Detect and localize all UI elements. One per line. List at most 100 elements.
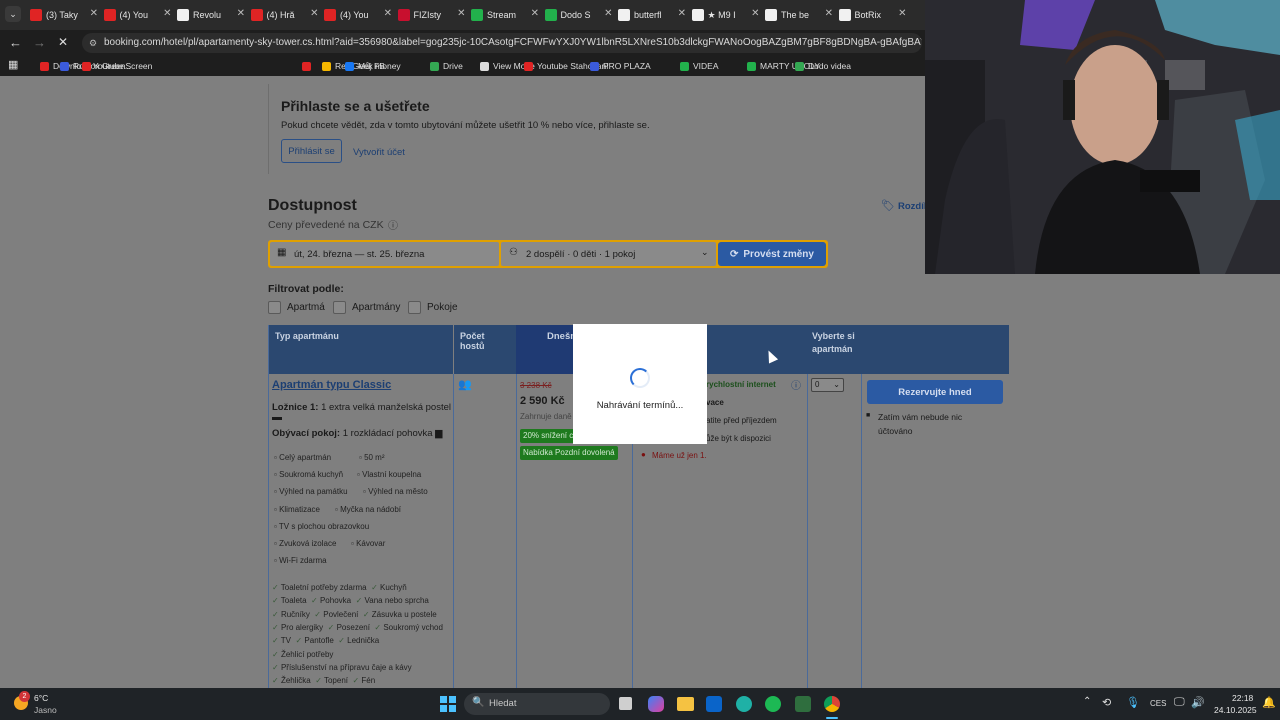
close-tab-icon[interactable]: ✕: [531, 8, 539, 19]
copilot-icon[interactable]: [648, 696, 664, 712]
filter-label: Apartmá: [287, 302, 325, 313]
browser-tab[interactable]: (3) Taky ✕: [30, 5, 100, 25]
compare-link[interactable]: Rozdíl: [898, 201, 927, 212]
checkmark-icon: ✓: [272, 609, 281, 619]
close-tab-icon[interactable]: ✕: [90, 8, 98, 19]
room-count-select[interactable]: 0 ⌄: [811, 378, 844, 392]
windows-start-icon[interactable]: [440, 696, 456, 712]
taskbar-search[interactable]: 🔍 Hledat: [464, 693, 610, 715]
stop-icon[interactable]: ✕: [58, 35, 68, 49]
date-picker[interactable]: ▦ út, 24. března — st. 25. března: [270, 242, 499, 266]
close-tab-icon[interactable]: ✕: [604, 8, 612, 19]
browser-tab[interactable]: ★ M9 I ✕: [691, 5, 762, 25]
col-divider: [807, 374, 808, 688]
browser-tab[interactable]: (4) You ✕: [324, 5, 394, 25]
amenity-row: ✓ Toaleta ✓ Pohovka ✓ Vana nebo sprcha: [272, 596, 431, 605]
browser-tab[interactable]: Revolu ✕: [177, 5, 247, 25]
browser-tab[interactable]: BotRix ✕: [838, 5, 909, 25]
weather-temp: 6°C: [34, 693, 49, 703]
apps-grid-icon[interactable]: ▦: [8, 58, 18, 71]
browser-tab[interactable]: Dodo S ✕: [544, 5, 615, 25]
room-name-link[interactable]: Apartmán typu Classic: [272, 379, 391, 391]
amenity-label: Toaletní potřeby zdarma: [280, 583, 367, 592]
filter-checkbox[interactable]: [408, 301, 421, 314]
apply-changes-button[interactable]: ⟳ Provést změny: [718, 242, 826, 266]
browser-tab[interactable]: FIZIsty ✕: [397, 5, 468, 25]
amenity-label: Příslušenství na přípravu čaje a kávy: [280, 662, 412, 672]
close-tab-icon[interactable]: ✕: [457, 8, 465, 19]
chrome-icon[interactable]: [824, 696, 840, 712]
task-view-icon[interactable]: [619, 697, 632, 710]
room-feature: ▫ TV s plochou obrazovkou: [274, 522, 369, 531]
bookmark-icon: [795, 61, 804, 71]
guests-picker[interactable]: ⚇ 2 dospělí · 0 děti · 1 pokoj ⌄: [501, 242, 716, 266]
bookmark-item[interactable]: [82, 59, 95, 73]
checkmark-icon: ✓: [272, 596, 281, 606]
close-tab-icon[interactable]: ✕: [678, 8, 686, 19]
reserve-button[interactable]: Rezervujte hned: [867, 380, 1003, 404]
amenity-label: Pro alergiky: [280, 622, 324, 632]
browser-tab[interactable]: (4) You ✕: [103, 5, 174, 25]
notification-icon[interactable]: 🔔: [1262, 696, 1276, 709]
site-info-icon[interactable]: ⚙: [89, 33, 97, 53]
close-tab-icon[interactable]: ✕: [384, 8, 392, 19]
amenity-label: Žehlička: [280, 676, 311, 686]
input-language[interactable]: CES: [1150, 699, 1166, 708]
close-tab-icon[interactable]: ✕: [898, 8, 906, 19]
tab-search-button[interactable]: ⌄: [5, 6, 21, 22]
header-guests-label: Počet hostů: [460, 331, 485, 351]
bookmark-item[interactable]: Dodo videa: [795, 59, 851, 73]
network-icon[interactable]: 🖵: [1174, 696, 1185, 709]
browser-tab[interactable]: butterfl ✕: [618, 5, 688, 25]
login-button[interactable]: Přihlásit se: [281, 139, 342, 163]
forward-icon[interactable]: →: [33, 35, 46, 50]
close-tab-icon[interactable]: ✕: [825, 8, 833, 19]
browser-tab[interactable]: (4) Hră ✕: [250, 5, 321, 25]
cancel-text-2: ůže být k dispozici: [706, 434, 771, 443]
create-account-link[interactable]: Vytvořit účet: [353, 147, 405, 158]
loading-spinner-icon: [630, 368, 650, 388]
back-icon[interactable]: ←: [9, 35, 22, 50]
bookmark-item[interactable]: VIDEA: [680, 59, 719, 73]
amenity-label: Vana nebo sprcha: [364, 596, 429, 606]
filter-checkbox[interactable]: [333, 301, 346, 314]
bookmark-label: VIDEA: [693, 61, 719, 71]
bookmark-item[interactable]: PRO PLAZA: [590, 59, 651, 73]
spotify-icon[interactable]: [765, 696, 781, 712]
tray-chevron-icon[interactable]: ⌃: [1083, 696, 1091, 707]
microphone-icon[interactable]: 🎙: [1126, 696, 1140, 709]
col-divider: [861, 374, 862, 688]
file-explorer-icon[interactable]: [677, 697, 694, 711]
edge-icon[interactable]: [736, 696, 752, 712]
terminal-icon[interactable]: [795, 696, 811, 712]
bookmark-item[interactable]: [302, 59, 315, 73]
close-tab-icon[interactable]: ✕: [751, 8, 759, 19]
bookmark-item[interactable]: Drive: [430, 59, 463, 73]
address-bar[interactable]: ⚙ booking.com/hotel/pl/apartamenty-sky-t…: [82, 33, 922, 53]
url-text: booking.com/hotel/pl/apartamenty-sky-tow…: [104, 37, 922, 48]
two-persons-icon: 👥: [458, 379, 472, 391]
sync-icon[interactable]: ⟲: [1102, 696, 1111, 709]
outlook-icon[interactable]: [706, 696, 722, 712]
browser-tab[interactable]: The be ✕: [765, 5, 835, 25]
clock-date[interactable]: 24.10.2025: [1214, 705, 1257, 715]
close-tab-icon[interactable]: ✕: [237, 8, 245, 19]
help-icon[interactable]: ⓘ: [791, 377, 801, 392]
living-text: 1 rozkládací pohovka: [342, 428, 433, 439]
bookmarks-bar: ▦ Download Youtube... Roblox GreenScreen R…: [0, 56, 930, 76]
bookmark-label: Dodo videa: [808, 61, 852, 71]
search-placeholder: Hledat: [489, 698, 517, 709]
bed-icon: ▬: [272, 412, 282, 423]
filter-checkbox[interactable]: [268, 301, 281, 314]
volume-icon[interactable]: 🔊: [1191, 696, 1205, 709]
signin-text: Pokud chcete vědět, zda v tomto ubytován…: [281, 120, 650, 131]
clock-time[interactable]: 22:18: [1232, 693, 1253, 703]
checkmark-icon: ✓: [272, 662, 281, 672]
close-tab-icon[interactable]: ✕: [163, 8, 171, 19]
bookmark-item[interactable]: Můj FB: [345, 59, 385, 73]
browser-tab[interactable]: Stream ✕: [471, 5, 541, 25]
feature-label: Zvuková izolace: [279, 539, 337, 548]
close-tab-icon[interactable]: ✕: [310, 8, 318, 19]
info-icon[interactable]: ⓘ: [388, 217, 398, 232]
bookmark-item[interactable]: Roblox GreenScreen: [60, 59, 152, 73]
